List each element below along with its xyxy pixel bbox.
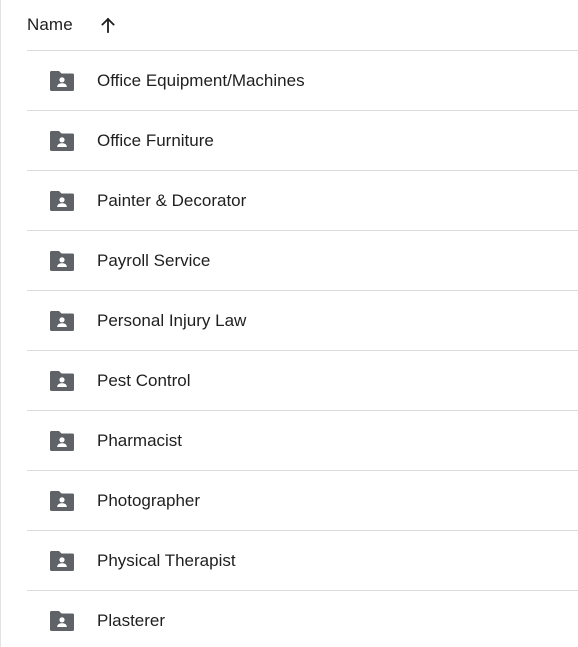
name-column-header[interactable]: Name <box>27 15 73 35</box>
left-border <box>0 0 1 647</box>
list-item[interactable]: Payroll Service <box>27 231 578 291</box>
list-item[interactable]: Physical Therapist <box>27 531 578 591</box>
list-item[interactable]: Pest Control <box>27 351 578 411</box>
shared-folder-icon <box>49 370 75 392</box>
list-item[interactable]: Office Equipment/Machines <box>27 51 578 111</box>
list-item[interactable]: Photographer <box>27 471 578 531</box>
shared-folder-icon <box>49 250 75 272</box>
shared-folder-icon <box>49 550 75 572</box>
shared-folder-icon <box>49 490 75 512</box>
shared-folder-icon <box>49 610 75 632</box>
shared-folder-icon <box>49 70 75 92</box>
folder-name: Pharmacist <box>97 430 183 450</box>
shared-folder-icon <box>49 190 75 212</box>
column-header: Name <box>27 0 578 51</box>
folder-name: Plasterer <box>97 610 166 630</box>
folder-name: Physical Therapist <box>97 550 236 570</box>
list-item[interactable]: Personal Injury Law <box>27 291 578 351</box>
shared-folder-icon <box>49 130 75 152</box>
folder-list: Office Equipment/Machines Office Furnitu… <box>27 51 578 647</box>
list-item[interactable]: Plasterer <box>27 591 578 647</box>
shared-folder-icon <box>49 310 75 332</box>
list-item[interactable]: Painter & Decorator <box>27 171 578 231</box>
folder-name: Photographer <box>97 490 201 510</box>
folder-name: Payroll Service <box>97 250 211 270</box>
folder-name: Pest Control <box>97 370 191 390</box>
folder-name: Office Equipment/Machines <box>97 70 305 90</box>
folder-name: Painter & Decorator <box>97 190 247 210</box>
folder-name: Office Furniture <box>97 130 214 150</box>
folder-name: Personal Injury Law <box>97 310 247 330</box>
list-item[interactable]: Pharmacist <box>27 411 578 471</box>
shared-folder-icon <box>49 430 75 452</box>
arrow-up-icon[interactable] <box>99 16 117 34</box>
list-item[interactable]: Office Furniture <box>27 111 578 171</box>
